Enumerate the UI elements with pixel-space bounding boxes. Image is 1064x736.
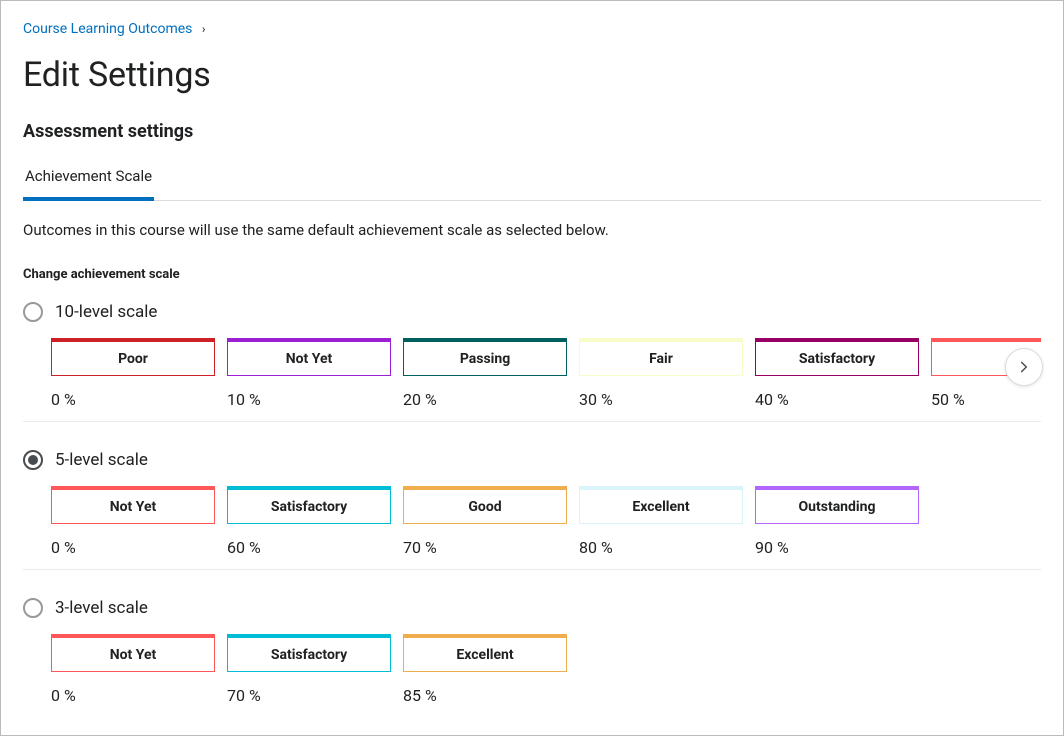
level-box: Satisfactory bbox=[227, 634, 391, 672]
level-box: Fair bbox=[579, 338, 743, 376]
chevron-right-icon: › bbox=[202, 22, 206, 36]
scale-radio-3[interactable]: 3-level scale bbox=[23, 598, 1041, 618]
assessment-settings-heading: Assessment settings bbox=[23, 121, 1041, 142]
levels-strip-10: PoorNot YetPassingFairSatisfactoryG bbox=[51, 338, 1041, 376]
scale-option-3: 3-level scale Not Yet Satisfactory Excelle… bbox=[23, 598, 1041, 717]
scale-name: 3-level scale bbox=[55, 598, 148, 618]
achievement-level: Excellent bbox=[403, 634, 567, 672]
levels-strip-5: Not Yet Satisfactory Good Excellent Outstand… bbox=[51, 486, 1041, 524]
percent-row-10: 0 %10 %20 %30 %40 %50 % bbox=[51, 390, 1041, 409]
tab-bar: Achievement Scale bbox=[23, 166, 1041, 201]
achievement-level: Not Yet bbox=[51, 634, 215, 672]
level-percent: 0 % bbox=[51, 538, 215, 557]
scale-description: Outcomes in this course will use the sam… bbox=[23, 221, 1041, 239]
radio-icon bbox=[23, 302, 43, 322]
percent-row-3: 0 % 70 % 85 % bbox=[51, 686, 1041, 705]
level-box: Excellent bbox=[403, 634, 567, 672]
achievement-level: Not Yet bbox=[227, 338, 391, 376]
percent-row-5: 0 % 60 % 70 % 80 % 90 % bbox=[51, 538, 1041, 557]
level-percent: 60 % bbox=[227, 538, 391, 557]
level-percent: 0 % bbox=[51, 686, 215, 705]
level-box: Good bbox=[403, 486, 567, 524]
breadcrumb-parent-link[interactable]: Course Learning Outcomes bbox=[23, 21, 192, 37]
scale-name: 10-level scale bbox=[55, 302, 157, 322]
radio-icon bbox=[23, 450, 43, 470]
level-box: Passing bbox=[403, 338, 567, 376]
level-percent: 30 % bbox=[579, 390, 743, 409]
achievement-level: Passing bbox=[403, 338, 567, 376]
achievement-level: Fair bbox=[579, 338, 743, 376]
tab-achievement-scale[interactable]: Achievement Scale bbox=[23, 167, 154, 201]
page-title: Edit Settings bbox=[23, 55, 1041, 95]
level-percent: 70 % bbox=[403, 538, 567, 557]
breadcrumb: Course Learning Outcomes › bbox=[23, 21, 1041, 37]
achievement-level: Satisfactory bbox=[227, 486, 391, 524]
level-percent: 85 % bbox=[403, 686, 567, 705]
scale-name: 5-level scale bbox=[55, 450, 148, 470]
achievement-level: Satisfactory bbox=[227, 634, 391, 672]
level-percent: 0 % bbox=[51, 390, 215, 409]
change-scale-label: Change achievement scale bbox=[23, 267, 1041, 282]
achievement-level: Excellent bbox=[579, 486, 743, 524]
level-box: Not Yet bbox=[227, 338, 391, 376]
achievement-level: Satisfactory bbox=[755, 338, 919, 376]
level-percent: 70 % bbox=[227, 686, 391, 705]
chevron-right-icon bbox=[1017, 360, 1031, 374]
level-box: Poor bbox=[51, 338, 215, 376]
level-percent: 20 % bbox=[403, 390, 567, 409]
level-percent: 90 % bbox=[755, 538, 919, 557]
scale-option-5: 5-level scale Not Yet Satisfactory Good Exc… bbox=[23, 450, 1041, 570]
scroll-next-button[interactable] bbox=[1005, 348, 1043, 386]
achievement-level: Good bbox=[403, 486, 567, 524]
scale-radio-5[interactable]: 5-level scale bbox=[23, 450, 1041, 470]
level-percent: 50 % bbox=[931, 390, 1064, 409]
level-box: Not Yet bbox=[51, 486, 215, 524]
level-box: Satisfactory bbox=[755, 338, 919, 376]
achievement-level: Not Yet bbox=[51, 486, 215, 524]
radio-icon bbox=[23, 598, 43, 618]
scale-option-10: 10-level scale Poor Not Yet Passing Fair Sat… bbox=[23, 302, 1041, 422]
levels-strip-3: Not Yet Satisfactory Excellent bbox=[51, 634, 1041, 672]
level-box: Outstanding bbox=[755, 486, 919, 524]
level-percent: 40 % bbox=[755, 390, 919, 409]
level-percent: 10 % bbox=[227, 390, 391, 409]
level-percent: 80 % bbox=[579, 538, 743, 557]
level-box: Not Yet bbox=[51, 634, 215, 672]
level-box: Excellent bbox=[579, 486, 743, 524]
scale-radio-10[interactable]: 10-level scale bbox=[23, 302, 1041, 322]
achievement-level: Outstanding bbox=[755, 486, 919, 524]
achievement-level: Poor bbox=[51, 338, 215, 376]
level-box: Satisfactory bbox=[227, 486, 391, 524]
